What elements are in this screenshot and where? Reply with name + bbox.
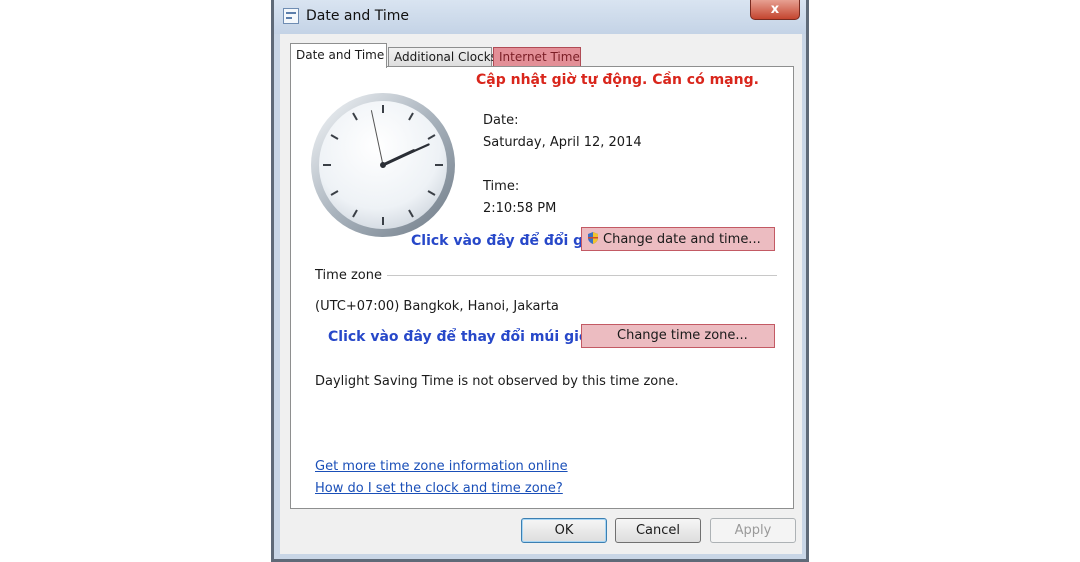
change-zone-annotation: Click vào đây để thay đổi múi giờ => bbox=[328, 329, 617, 345]
cancel-button[interactable]: Cancel bbox=[615, 518, 701, 543]
tab-internet-time[interactable]: Internet Time bbox=[493, 47, 581, 67]
window-title: Date and Time bbox=[306, 8, 409, 24]
date-time-window: Date and Time x Date and Time Additional… bbox=[271, 0, 809, 562]
analog-clock bbox=[309, 91, 457, 243]
close-button[interactable]: x bbox=[750, 0, 800, 20]
clock-center-pin bbox=[380, 162, 386, 168]
ok-button[interactable]: OK bbox=[521, 518, 607, 543]
change-date-annotation: Click vào đây để đổi giờ bbox=[411, 233, 598, 249]
time-zone-section-label: Time zone bbox=[315, 268, 382, 283]
title-bar[interactable]: Date and Time x bbox=[274, 0, 806, 34]
dst-note: Daylight Saving Time is not observed by … bbox=[315, 374, 679, 389]
time-value: 2:10:58 PM bbox=[483, 201, 557, 216]
time-zone-value: (UTC+07:00) Bangkok, Hanoi, Jakarta bbox=[315, 299, 559, 314]
time-zone-divider bbox=[387, 275, 777, 276]
uac-shield-icon bbox=[588, 232, 598, 244]
internet-time-annotation: Cập nhật giờ tự động. Cần có mạng. bbox=[476, 72, 759, 88]
how-to-set-clock-link[interactable]: How do I set the clock and time zone? bbox=[315, 481, 563, 496]
change-date-time-label: Change date and time... bbox=[603, 232, 761, 247]
more-time-zone-info-link[interactable]: Get more time zone information online bbox=[315, 459, 568, 474]
tab-date-and-time[interactable]: Date and Time bbox=[290, 43, 387, 68]
tab-panel: Cập nhật giờ tự động. Cần có mạng. Date:… bbox=[290, 66, 794, 509]
date-value: Saturday, April 12, 2014 bbox=[483, 135, 642, 150]
time-label: Time: bbox=[483, 179, 520, 194]
date-time-app-icon bbox=[283, 8, 299, 24]
dialog-body: Date and Time Additional Clocks Internet… bbox=[280, 34, 802, 554]
change-time-zone-button[interactable]: Change time zone... bbox=[581, 324, 775, 348]
date-label: Date: bbox=[483, 113, 519, 128]
change-date-time-button[interactable]: Change date and time... bbox=[581, 227, 775, 251]
tab-additional-clocks[interactable]: Additional Clocks bbox=[388, 47, 497, 67]
apply-button[interactable]: Apply bbox=[710, 518, 796, 543]
